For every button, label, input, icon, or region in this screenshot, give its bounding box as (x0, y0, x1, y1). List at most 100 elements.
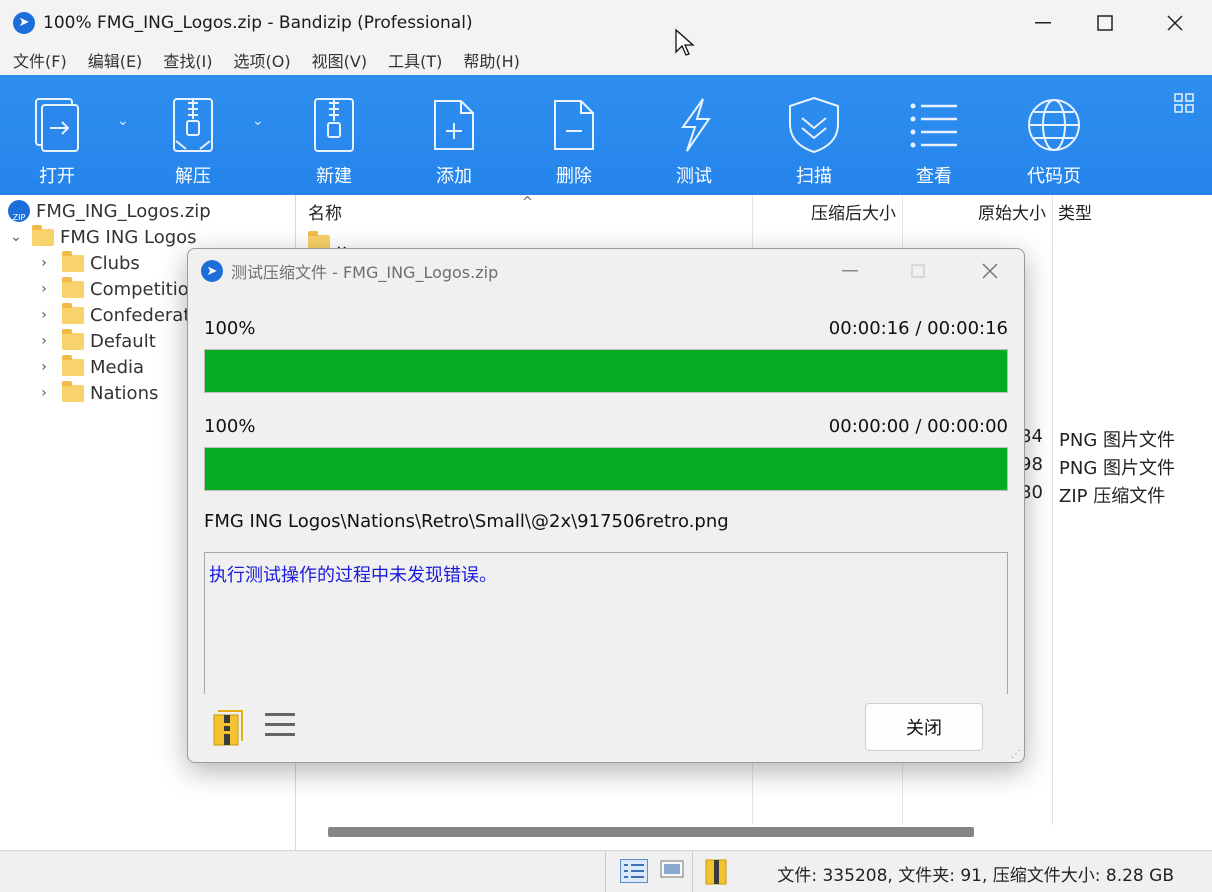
title-bar: ➤ 100% FMG_ING_Logos.zip - Bandizip (Pro… (0, 0, 1212, 45)
chevron-down-icon[interactable]: ⌄ (8, 229, 24, 245)
menu-find[interactable]: 查找(I) (163, 48, 212, 72)
chevron-right-icon[interactable]: › (36, 333, 52, 349)
close-button[interactable]: 关闭 (865, 703, 983, 751)
minimize-icon (842, 270, 858, 272)
layout-grid-icon[interactable] (1174, 93, 1194, 118)
column-original-label: 原始大小 (978, 204, 1046, 224)
tree-item-label: Default (90, 330, 156, 352)
scan-button[interactable]: 扫描 (759, 75, 869, 195)
tree-folder-label: FMG ING Logos (60, 226, 197, 248)
dialog-maximize-button[interactable] (888, 249, 948, 293)
menu-options[interactable]: 选项(O) (234, 48, 291, 72)
log-box[interactable]: 执行测试操作的过程中未发现错误。 (204, 552, 1008, 694)
chevron-right-icon[interactable]: › (36, 281, 52, 297)
tree-item-clubs[interactable]: › Clubs (36, 250, 140, 276)
maximize-button[interactable] (1075, 0, 1135, 45)
tree-item-competitions[interactable]: › Competitio (36, 276, 189, 302)
menu-edit[interactable]: 编辑(E) (88, 48, 143, 72)
bandizip-icon: ➤ (13, 11, 35, 34)
tree-item-confederations[interactable]: › Confederati (36, 302, 195, 328)
menu-hamburger-icon[interactable] (265, 713, 295, 739)
view-button[interactable]: 查看 (879, 75, 989, 195)
details-view-icon[interactable] (620, 859, 648, 883)
dialog-minimize-button[interactable] (820, 249, 880, 293)
column-name-label: 名称 (308, 204, 342, 224)
scan-shield-icon (789, 96, 839, 154)
open-button[interactable]: 打开 (2, 75, 112, 195)
menu-help[interactable]: 帮助(H) (463, 48, 520, 72)
test-button[interactable]: 测试 (639, 75, 749, 195)
delete-file-icon (554, 100, 594, 150)
dialog-title-bar: ➤ 测试压缩文件 - FMG_ING_Logos.zip (188, 249, 1024, 293)
delete-label: 删除 (556, 166, 592, 187)
tree-item-media[interactable]: › Media (36, 354, 144, 380)
tree-folder-main[interactable]: ⌄ FMG ING Logos (8, 224, 197, 250)
codepage-globe-icon (1028, 99, 1080, 151)
extract-dropdown-arrow[interactable]: ⌄ (252, 113, 264, 129)
thumbnail-view-icon[interactable] (660, 859, 688, 883)
column-divider (1052, 195, 1053, 825)
codepage-button[interactable]: 代码页 (999, 75, 1109, 195)
tree-item-label: Confederati (90, 304, 196, 326)
progress-file-fill (205, 448, 1007, 490)
tree-item-label: Competitio (90, 278, 189, 300)
extract-label: 解压 (175, 166, 211, 187)
horizontal-scrollbar[interactable] (328, 827, 974, 837)
toolbar: 打开 ⌄ 解压 ⌄ 新建 添加 删除 测试 扫描 查看 代码页 (0, 75, 1212, 195)
folder-icon (62, 276, 84, 298)
tree-item-label: Nations (90, 382, 159, 404)
dialog-close-x-button[interactable] (960, 249, 1020, 293)
window-title: 100% FMG_ING_Logos.zip - Bandizip (Profe… (43, 12, 473, 33)
menu-tools[interactable]: 工具(T) (388, 48, 442, 72)
open-icon (35, 98, 79, 152)
progress-file-bar (204, 447, 1008, 491)
tree-item-label: Clubs (90, 252, 140, 274)
chevron-right-icon[interactable]: › (36, 307, 52, 323)
progress-file-time: 00:00:00 / 00:00:00 (828, 416, 1008, 437)
archive-icon (705, 859, 733, 885)
folder-icon (62, 380, 84, 402)
chevron-right-icon[interactable]: › (36, 255, 52, 271)
chevron-right-icon[interactable]: › (36, 359, 52, 375)
add-label: 添加 (436, 166, 472, 187)
maximize-icon (1097, 14, 1113, 31)
status-divider (692, 851, 693, 892)
scan-label: 扫描 (796, 166, 832, 187)
column-type-label: 类型 (1058, 204, 1092, 224)
add-button[interactable]: 添加 (399, 75, 509, 195)
folder-icon (62, 250, 84, 272)
archive-folder-icon[interactable] (212, 709, 244, 747)
column-type[interactable]: 类型 (1058, 195, 1198, 228)
close-icon (1167, 14, 1183, 31)
status-summary: 文件: 335208, 文件夹: 91, 压缩文件大小: 8.28 GB (777, 866, 1174, 886)
open-dropdown-arrow[interactable]: ⌄ (117, 113, 129, 129)
column-packed-size[interactable]: 压缩后大小 (754, 195, 900, 228)
tree-item-nations[interactable]: › Nations (36, 380, 158, 406)
delete-button[interactable]: 删除 (519, 75, 629, 195)
open-label: 打开 (39, 166, 75, 187)
extract-button[interactable]: 解压 (138, 75, 248, 195)
zip-archive-icon: ZIP (8, 200, 30, 222)
minimize-button[interactable] (1013, 0, 1073, 45)
view-list-icon (910, 103, 957, 148)
tree-root[interactable]: ZIP FMG_ING_Logos.zip (8, 198, 211, 224)
progress-total-percent: 100% (204, 318, 256, 339)
column-original-size[interactable]: 原始大小 (904, 195, 1050, 228)
extract-icon (173, 98, 213, 152)
tree-item-default[interactable]: › Default (36, 328, 156, 354)
chevron-right-icon[interactable]: › (36, 385, 52, 401)
menu-view[interactable]: 视图(V) (312, 48, 367, 72)
close-window-button[interactable] (1145, 0, 1205, 45)
test-label: 测试 (676, 166, 712, 187)
folder-icon (62, 354, 84, 376)
add-file-icon (434, 100, 474, 150)
new-archive-button[interactable]: 新建 (279, 75, 389, 195)
bandizip-icon: ➤ (201, 260, 223, 282)
resize-grip-icon[interactable]: ⋰ (1011, 749, 1021, 760)
menu-file[interactable]: 文件(F) (13, 48, 67, 72)
minimize-icon (1035, 21, 1051, 23)
list-cell-type: PNG 图片文件 (1059, 458, 1175, 479)
tree-root-label: FMG_ING_Logos.zip (36, 200, 211, 222)
progress-total-time: 00:00:16 / 00:00:16 (828, 318, 1008, 339)
new-archive-icon (314, 98, 354, 152)
